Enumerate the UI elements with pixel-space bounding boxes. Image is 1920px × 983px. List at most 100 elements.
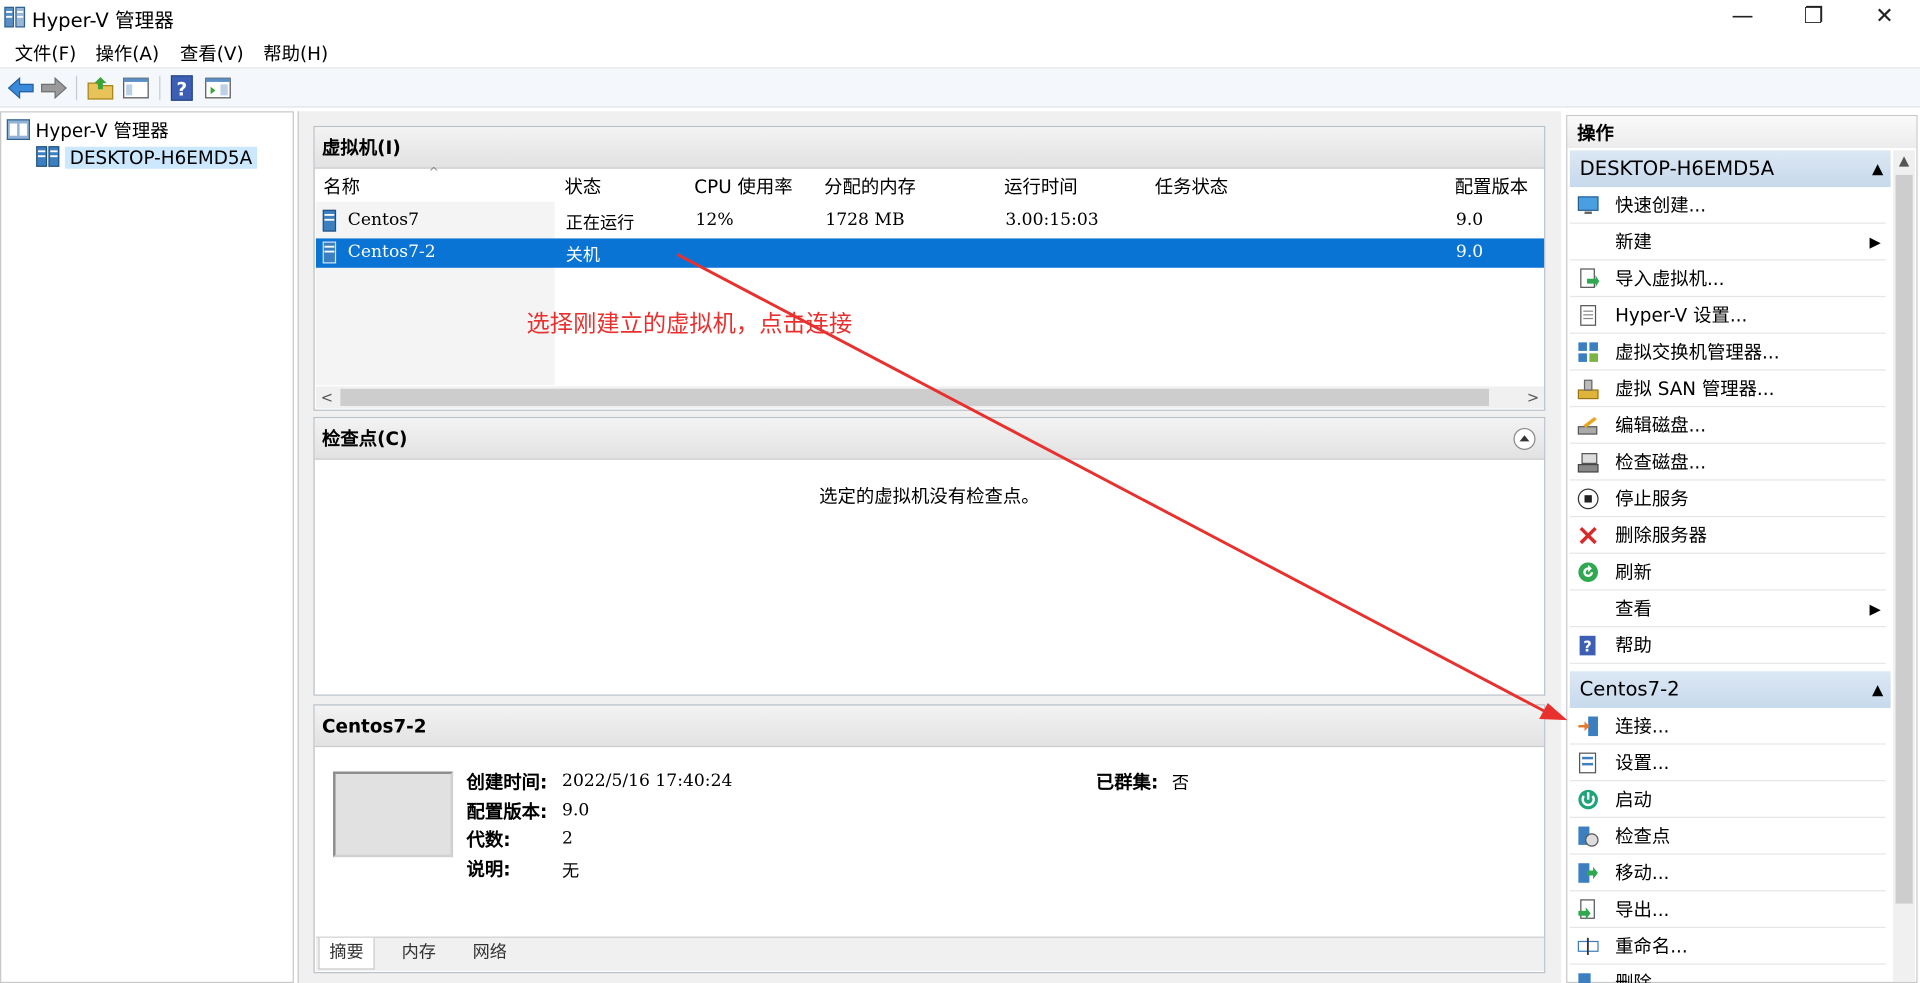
tree-root-hyperv[interactable]: Hyper-V 管理器 (6, 117, 169, 144)
power-icon (1578, 789, 1598, 810)
horizontal-scrollbar[interactable]: < > (315, 386, 1545, 409)
console-tree: Hyper-V 管理器 DESKTOP-H6EMD5A (0, 111, 294, 983)
up-folder-icon[interactable] (84, 72, 116, 104)
col-uptime[interactable]: 运行时间 (1004, 174, 1077, 200)
action-inspect-disk[interactable]: 检查磁盘... (1569, 444, 1886, 481)
generation-value: 2 (562, 828, 573, 849)
vm-uptime: 3.00:15:03 (1005, 210, 1099, 230)
help-toolbar-icon[interactable]: ? (167, 72, 199, 104)
server-actions-header[interactable]: DESKTOP-H6EMD5A ▲ (1569, 150, 1891, 188)
tree-server-node[interactable]: DESKTOP-H6EMD5A (36, 144, 258, 171)
title-bar: Hyper-V 管理器 — ❐ ✕ (0, 0, 1920, 35)
monitor-icon (1577, 196, 1599, 214)
action-refresh[interactable]: 刷新 (1569, 554, 1886, 591)
actions-title: 操作 (1567, 116, 1917, 148)
show-action-pane-icon[interactable] (202, 72, 234, 104)
tree-server-label: DESKTOP-H6EMD5A (64, 146, 258, 169)
col-state[interactable]: 状态 (564, 174, 601, 200)
back-arrow-icon[interactable] (5, 72, 37, 104)
vm-name: Centos7-2 (347, 242, 436, 262)
scroll-right-arrow[interactable]: > (1522, 386, 1544, 408)
restore-button[interactable]: ❐ (1778, 0, 1849, 34)
tab-memory[interactable]: 内存 (392, 938, 446, 970)
show-console-tree-icon[interactable] (120, 72, 152, 104)
action-switch-manager[interactable]: 虚拟交换机管理器... (1569, 334, 1886, 371)
hyperv-manager-icon (6, 119, 31, 140)
sort-ascending-icon: ^ (428, 166, 439, 180)
col-version[interactable]: 配置版本 (1455, 174, 1528, 200)
vm-actions-header[interactable]: Centos7-2 ▲ (1569, 671, 1891, 708)
col-memory[interactable]: 分配的内存 (824, 174, 916, 200)
rename-icon (1577, 937, 1599, 955)
action-checkpoint[interactable]: 检查点 (1569, 818, 1886, 855)
action-delete-vm[interactable]: 删除... (1570, 965, 1886, 983)
tab-network[interactable]: 网络 (463, 938, 517, 970)
clustered-label: 已群集: (1095, 771, 1159, 794)
hyperv-app-icon (4, 6, 26, 28)
refresh-icon (1578, 562, 1598, 583)
col-cpu[interactable]: CPU 使用率 (694, 174, 792, 200)
annotation-text: 选择刚建立的虚拟机，点击连接 (526, 310, 853, 338)
vm-row-selected[interactable]: Centos7-2 关机 9.0 (315, 238, 1545, 268)
checkpoint-icon (1578, 826, 1599, 847)
delete-icon (1579, 526, 1597, 545)
vm-memory: 1728 MB (825, 210, 905, 230)
notes-value: 无 (562, 862, 580, 882)
no-checkpoint-text: 选定的虚拟机没有检查点。 (819, 485, 1040, 508)
version-label: 配置版本: (466, 800, 548, 823)
action-new[interactable]: 新建 ▶ (1569, 224, 1886, 261)
action-edit-disk[interactable]: 编辑磁盘... (1569, 407, 1886, 444)
action-start[interactable]: 启动 (1569, 781, 1886, 818)
vm-cpu: 12% (695, 210, 734, 230)
minimize-button[interactable]: — (1707, 0, 1778, 34)
actions-vertical-scrollbar[interactable]: ▲ (1893, 150, 1916, 982)
san-icon (1577, 379, 1599, 400)
vm-icon (322, 209, 337, 232)
action-stop-service[interactable]: 停止服务 (1569, 481, 1886, 518)
server-icon (36, 146, 60, 167)
scroll-up-arrow[interactable]: ▲ (1893, 150, 1915, 172)
move-icon (1578, 863, 1598, 883)
connect-icon (1578, 716, 1598, 737)
action-view[interactable]: 查看 ▶ (1569, 591, 1886, 628)
menu-action[interactable]: 操作(A) (96, 40, 160, 66)
tab-summary[interactable]: 摘要 (318, 937, 375, 970)
checkpoint-panel-title: 检查点(C) (314, 418, 1545, 460)
menu-file[interactable]: 文件(F) (15, 40, 77, 66)
action-rename[interactable]: 重命名... (1569, 928, 1886, 965)
vm-panel-title: 虚拟机(I) (314, 127, 1545, 169)
col-name[interactable]: 名称 (323, 174, 360, 200)
action-import-vm[interactable]: 导入虚拟机... (1569, 260, 1886, 298)
forward-arrow-icon[interactable] (38, 72, 70, 104)
action-help[interactable]: ? 帮助 (1569, 627, 1886, 664)
action-export[interactable]: 导出... (1569, 891, 1886, 929)
settings-icon (1578, 752, 1597, 774)
svg-text:?: ? (177, 79, 188, 100)
import-icon (1580, 268, 1600, 288)
action-san-manager[interactable]: 虚拟 SAN 管理器... (1569, 370, 1886, 408)
menu-help[interactable]: 帮助(H) (263, 40, 328, 66)
created-value: 2022/5/16 17:40:24 (562, 771, 733, 792)
collapse-icon[interactable]: ▲ (1872, 150, 1883, 187)
vm-panel: 虚拟机(I) 名称 ^ 状态 CPU 使用率 分配的内存 运行时间 任务状态 配… (313, 125, 1546, 411)
vm-row[interactable]: Centos7 正在运行 12% 1728 MB 3.00:15:03 9.0 (316, 207, 1544, 236)
action-remove-server[interactable]: 删除服务器 (1569, 517, 1886, 554)
notes-label: 说明: (466, 858, 511, 881)
toolbar: ? (0, 68, 1920, 108)
collapse-icon[interactable]: ▲ (1872, 671, 1883, 708)
scroll-left-arrow[interactable]: < (316, 386, 338, 408)
action-settings[interactable]: 设置... (1569, 745, 1886, 782)
action-quick-create[interactable]: 快速创建... (1569, 187, 1886, 224)
export-icon (1578, 899, 1595, 920)
action-move[interactable]: 移动... (1569, 855, 1886, 892)
collapse-panel-icon[interactable] (1512, 427, 1536, 451)
col-task[interactable]: 任务状态 (1155, 174, 1228, 200)
inspect-disk-icon (1577, 453, 1599, 473)
close-button[interactable]: ✕ (1849, 0, 1920, 34)
scrollbar-thumb[interactable] (340, 388, 1489, 406)
menu-view[interactable]: 查看(V) (180, 40, 244, 66)
action-connect[interactable]: 连接... (1569, 708, 1886, 745)
action-hyperv-settings[interactable]: Hyper-V 设置... (1569, 297, 1886, 334)
checkpoint-panel: 检查点(C) 选定的虚拟机没有检查点。 (313, 416, 1546, 696)
scrollbar-thumb[interactable] (1895, 174, 1913, 904)
